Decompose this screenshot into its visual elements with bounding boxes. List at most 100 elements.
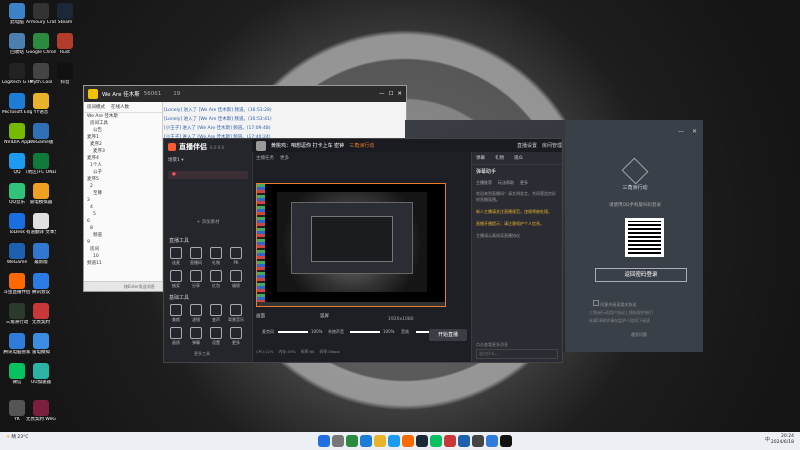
right-item-2[interactable]: 更多	[520, 180, 528, 186]
tab-online-count[interactable]: 在线人数	[111, 104, 129, 110]
mic-slider[interactable]	[278, 331, 308, 333]
channel-row[interactable]: 2	[84, 183, 162, 190]
scale-label-1[interactable]: 竖屏	[320, 313, 329, 319]
channel-row[interactable]: 6	[84, 218, 162, 225]
header-button-2[interactable]: 主播任务	[256, 155, 274, 161]
tool-button[interactable]: 红包	[206, 270, 226, 289]
channel-row[interactable]: 公子	[84, 169, 162, 176]
channel-row[interactable]: 5	[84, 211, 162, 218]
header-button-0[interactable]: 直播设置	[517, 142, 537, 149]
login-help[interactable]: 遇到问题	[631, 332, 647, 338]
desktop-icon[interactable]: 最新版	[26, 243, 56, 265]
right-footer[interactable]: 点击查看更多消息	[476, 342, 508, 348]
tool-button[interactable]: 更多	[226, 327, 246, 346]
channel-row[interactable]: 8	[84, 225, 162, 232]
taskbar-start-icon[interactable]	[318, 435, 330, 447]
right-tab-0[interactable]: 弹幕	[476, 155, 485, 161]
channel-row[interactable]: 麦序2	[84, 141, 162, 148]
desktop-icon[interactable]: 雷电模拟器	[26, 183, 56, 205]
taskbar-explorer-icon[interactable]	[374, 435, 386, 447]
header-button-1[interactable]: 房间管理	[542, 142, 562, 149]
remember-row[interactable]: 同意并阅读相关协议	[593, 300, 636, 308]
right-item-0[interactable]: 主播推荐	[476, 180, 492, 186]
tool-button[interactable]: 设置	[206, 327, 226, 346]
tool-button[interactable]: 直播间	[186, 247, 206, 266]
login-minimize-icon[interactable]: —	[678, 128, 684, 135]
channel-row[interactable]: 公告	[84, 127, 162, 134]
desktop-icon[interactable]: 抖音	[50, 63, 80, 85]
header-button-3[interactable]: 更多	[280, 155, 289, 161]
close-icon[interactable]: ✕	[397, 91, 402, 97]
channel-row[interactable]: 麦序4	[84, 155, 162, 162]
taskbar-store-icon[interactable]	[472, 435, 484, 447]
channel-row[interactable]: 频道	[84, 232, 162, 239]
comment-input[interactable]: 说点什么...	[476, 349, 558, 359]
tool-button[interactable]: PK	[226, 247, 246, 265]
input-lang[interactable]: 中	[765, 437, 770, 443]
tool-button[interactable]: 分享	[186, 270, 206, 289]
more-tools-link[interactable]: 更多工具	[194, 351, 210, 357]
tool-button[interactable]: 福袋	[226, 270, 246, 289]
desktop-icon[interactable]: Steam	[50, 3, 80, 25]
scene-selector[interactable]: 场景1 ▾	[164, 155, 252, 165]
taskbar-wechat-icon[interactable]	[430, 435, 442, 447]
channel-row[interactable]: 房间	[84, 246, 162, 253]
desktop-icon[interactable]: YY语音	[26, 93, 56, 115]
right-tab-2[interactable]: 观众	[514, 155, 523, 161]
channel-row[interactable]: 3	[84, 197, 162, 204]
maximize-icon[interactable]: ☐	[388, 91, 393, 97]
streaming-app-window[interactable]: 直播伴侣 6.0.9.6 场景1 ▾ ● + 添加素材 直播工具 连麦 直播间 礼物…	[163, 138, 563, 363]
login-footer[interactable]: 三角洲行动用户协议 | 隐私保护指引	[589, 310, 653, 316]
minimize-icon[interactable]: —	[379, 91, 385, 97]
desktop-icon[interactable]: 腾讯会议	[26, 273, 56, 295]
taskbar-chrome-icon[interactable]	[346, 435, 358, 447]
taskbar-mail-icon[interactable]	[486, 435, 498, 447]
desktop-icon[interactable]: UU加速器	[26, 363, 56, 385]
desktop-icon[interactable]: 无畏契约 WeGame版	[26, 400, 56, 422]
taskbar-live-icon[interactable]	[500, 435, 512, 447]
tool-button[interactable]: 画质	[166, 327, 186, 346]
channel-row[interactable]: 10	[84, 253, 162, 260]
source-item[interactable]: ●	[168, 171, 248, 179]
start-live-button[interactable]: 开始直播	[429, 329, 467, 341]
system-sound-slider[interactable]	[350, 331, 380, 333]
tool-button[interactable]: 连麦	[166, 247, 186, 266]
taskbar-qq-icon[interactable]	[388, 435, 400, 447]
tool-button[interactable]: 抽奖	[166, 270, 186, 289]
desktop-icon[interactable]: WeGame版	[26, 123, 56, 145]
channel-row[interactable]: 房间工具	[84, 120, 162, 127]
password-login-button[interactable]: 返回密码登录	[595, 268, 687, 282]
taskbar-steam-icon[interactable]	[416, 435, 428, 447]
live-title[interactable]: 黄桃鸡：咱想逗你 打卡上车 密钟	[271, 142, 344, 149]
tool-button[interactable]: 滤镜	[186, 304, 206, 323]
taskbar-edge-icon[interactable]	[360, 435, 372, 447]
taskbar-search-icon[interactable]	[332, 435, 344, 447]
taskbar-douyu-icon[interactable]	[402, 435, 414, 447]
weather-widget[interactable]: ☀ 晴 23°C	[6, 435, 29, 441]
taskbar-game-icon[interactable]	[444, 435, 456, 447]
tool-button[interactable]: 美颜	[166, 304, 186, 323]
stream-preview[interactable]	[256, 183, 446, 307]
tool-button[interactable]: 弹幕	[186, 327, 206, 346]
category-badge[interactable]: 三角洲行动	[349, 142, 374, 149]
channel-row[interactable]: 9	[84, 239, 162, 246]
desktop-icon[interactable]: Rust	[50, 33, 80, 55]
channel-row[interactable]: 至尊	[84, 190, 162, 197]
tool-button[interactable]: 礼物	[206, 247, 226, 266]
add-source-button[interactable]: + 添加素材	[164, 219, 252, 225]
scale-label-0[interactable]: 画面	[256, 313, 265, 319]
agree-checkbox[interactable]	[593, 300, 599, 306]
channel-row[interactable]: 麦序3	[84, 148, 162, 155]
login-close-icon[interactable]: ✕	[692, 128, 697, 135]
channel-row[interactable]: 频道11	[84, 260, 162, 267]
taskbar-wegame-icon[interactable]	[458, 435, 470, 447]
tool-button[interactable]: 背景音乐	[226, 304, 246, 323]
desktop-icon[interactable]: 有道翻译 文本文档	[26, 213, 56, 235]
channel-row[interactable]: 1个人	[84, 162, 162, 169]
channel-row[interactable]: 麦序5	[84, 176, 162, 183]
chat-input-bar[interactable]: 按Enter发送消息	[84, 281, 162, 291]
channel-row[interactable]: We Are 佳木斯	[84, 113, 162, 120]
channel-row[interactable]: 麦序1	[84, 134, 162, 141]
right-tab-1[interactable]: 礼物	[495, 155, 504, 161]
tab-room-mode[interactable]: 房间模式	[87, 104, 105, 110]
